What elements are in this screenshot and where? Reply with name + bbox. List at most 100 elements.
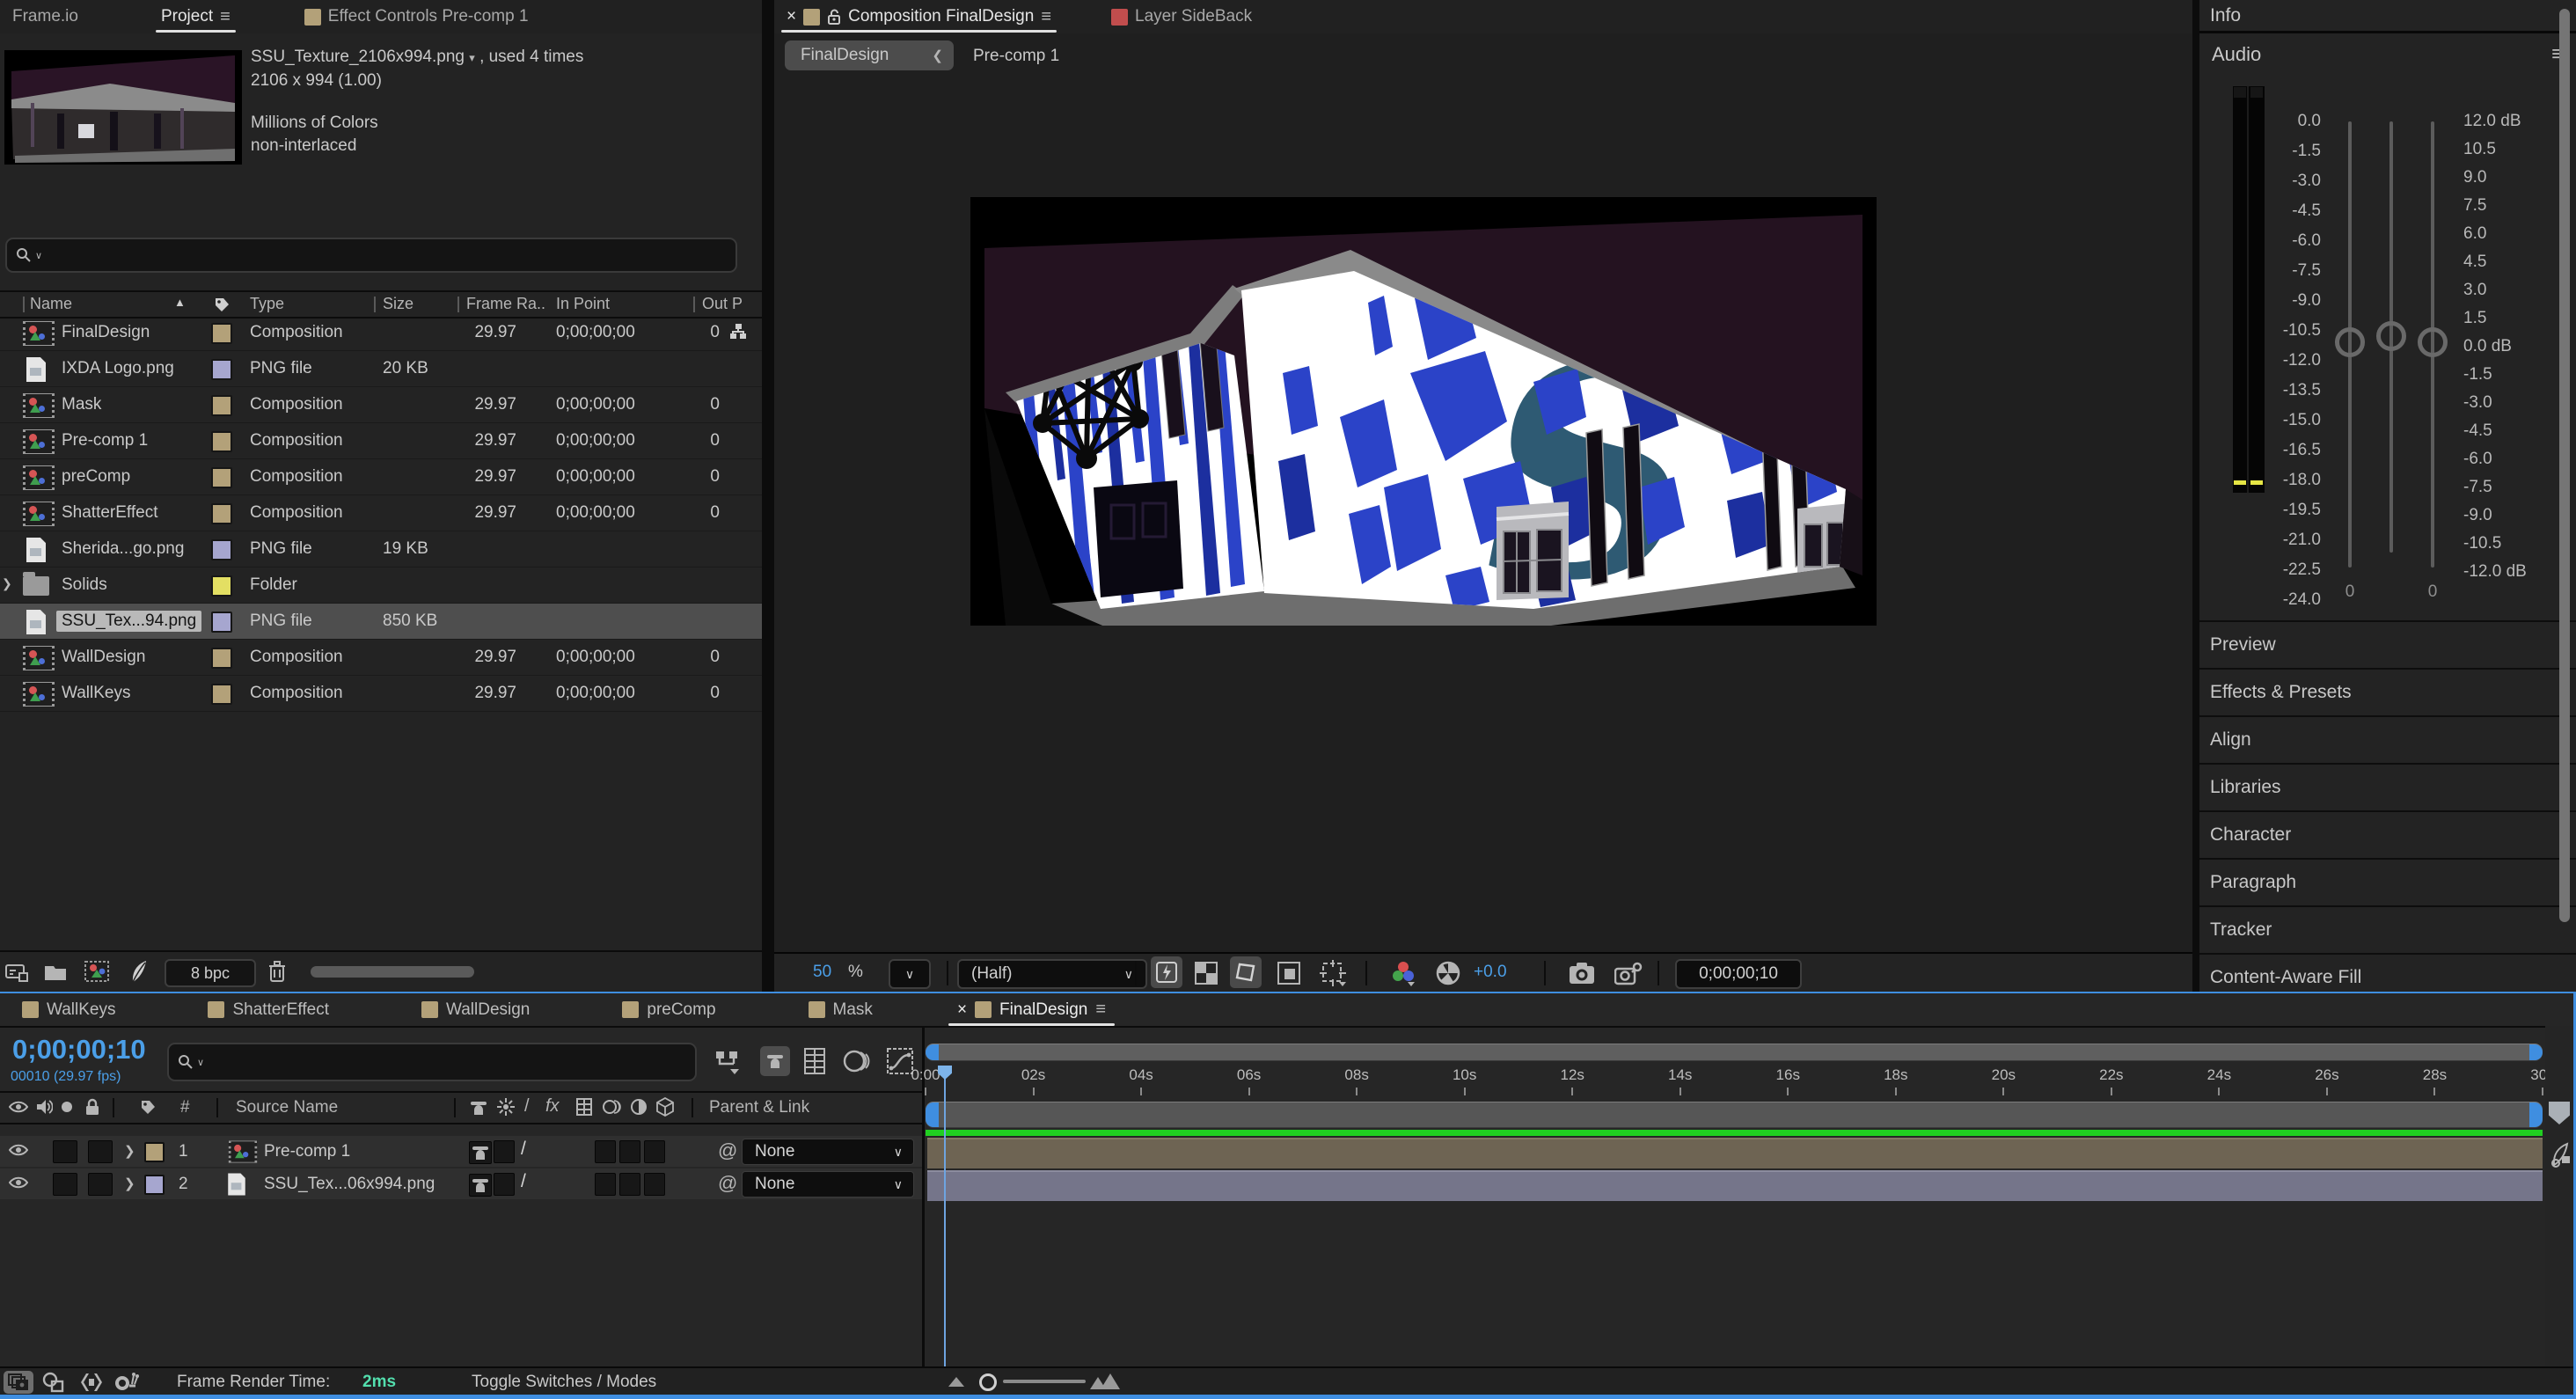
sort-ascending-icon[interactable]: ▲ xyxy=(174,296,186,309)
audio-panel-header[interactable]: Audio ≡ xyxy=(2199,36,2576,73)
label-column-icon[interactable] xyxy=(213,296,231,313)
quality-toggle[interactable]: / xyxy=(521,1171,526,1192)
search-options-icon[interactable]: ∨ xyxy=(197,1057,204,1068)
frame-blend-toggle[interactable] xyxy=(595,1140,616,1163)
table-row[interactable]: ShatterEffect Composition 29.97 0;00;00;… xyxy=(0,495,762,531)
layer-label-swatch[interactable] xyxy=(144,1175,165,1195)
bit-depth-button[interactable]: 8 bpc xyxy=(165,959,256,987)
shy-toggle[interactable] xyxy=(469,1141,492,1164)
timeline-tab[interactable]: Mask xyxy=(787,993,903,1026)
parent-dropdown[interactable]: None ∨ xyxy=(742,1139,914,1165)
exposure-value[interactable]: +0.0 xyxy=(1474,963,1507,982)
solo-lock-toggle[interactable] xyxy=(88,1173,113,1196)
col-name[interactable]: Name xyxy=(30,295,72,313)
time-ruler[interactable]: 0:0002s04s06s08s10s12s14s16s18s20s22s24s… xyxy=(926,1066,2543,1102)
table-row[interactable]: IXDA Logo.png PNG file 20 KB xyxy=(0,351,762,387)
motion-blur-column-icon[interactable] xyxy=(602,1098,621,1116)
resolution-dropdown[interactable]: (Half)∨ xyxy=(957,959,1147,989)
parent-dropdown[interactable]: None ∨ xyxy=(742,1171,914,1198)
timeline-tab[interactable]: WallKeys xyxy=(0,993,145,1026)
audio-toggle[interactable] xyxy=(53,1173,77,1196)
unlock-icon[interactable] xyxy=(827,8,841,26)
footage-dropdown-icon[interactable]: ▾ xyxy=(469,51,475,64)
table-row[interactable]: SSU_Tex...94.png PNG file 850 KB xyxy=(0,604,762,640)
panel-divider[interactable] xyxy=(2192,0,2199,992)
item-name[interactable]: Mask xyxy=(56,394,106,415)
mask-visibility-icon[interactable] xyxy=(1277,962,1300,985)
region-of-interest-button[interactable] xyxy=(1230,956,1262,988)
collapse-toggle[interactable] xyxy=(494,1140,515,1163)
label-color-swatch[interactable] xyxy=(211,612,232,633)
render-time-snail-icon[interactable] xyxy=(113,1372,139,1393)
fast-previews-button[interactable] xyxy=(1151,956,1182,988)
tab-frameio[interactable]: Frame.io xyxy=(0,0,91,33)
frame-blend-icon[interactable] xyxy=(802,1048,827,1074)
label-color-swatch[interactable] xyxy=(211,539,232,560)
label-color-swatch[interactable] xyxy=(211,467,232,488)
layer-name[interactable]: Pre-comp 1 xyxy=(264,1142,350,1161)
show-snapshot-icon[interactable] xyxy=(1614,962,1643,986)
close-icon[interactable]: × xyxy=(957,1000,967,1020)
transparency-grid-icon[interactable] xyxy=(1195,962,1218,985)
timeline-tab[interactable]: × FinalDesign ≡ xyxy=(943,993,1120,1026)
motion-blur-toggle[interactable] xyxy=(619,1173,640,1196)
layer-visibility-eye-icon[interactable] xyxy=(9,1176,28,1190)
horizontal-scrollbar[interactable] xyxy=(311,966,474,978)
audio-toggle[interactable] xyxy=(53,1140,77,1163)
col-in-point[interactable]: In Point xyxy=(556,295,610,313)
timeline-tab[interactable]: preComp xyxy=(600,993,745,1026)
twirl-icon[interactable]: ❯ xyxy=(2,576,19,591)
frame-blend-column-icon[interactable] xyxy=(576,1098,592,1116)
timeline-search-input[interactable] xyxy=(208,1052,686,1073)
panel-section[interactable]: Libraries xyxy=(2199,763,2576,810)
table-row[interactable]: WallKeys Composition 29.97 0;00;00;00 0 xyxy=(0,676,762,712)
3d-layer-toggle[interactable] xyxy=(644,1140,665,1163)
pickwhip-icon[interactable]: @ xyxy=(718,1172,737,1195)
label-color-swatch[interactable] xyxy=(211,395,232,416)
table-row[interactable]: FinalDesign Composition 29.97 0;00;00;00… xyxy=(0,315,762,351)
timeline-timecode[interactable]: 0;00;00;10 xyxy=(12,1034,146,1066)
col-type[interactable]: Type xyxy=(250,295,284,313)
panel-divider[interactable] xyxy=(762,0,774,992)
info-panel-header[interactable]: Info xyxy=(2199,0,2576,33)
item-name[interactable]: Pre-comp 1 xyxy=(56,430,153,451)
label-color-swatch[interactable] xyxy=(211,575,232,597)
collapse-toggle[interactable] xyxy=(494,1173,515,1196)
col-parent-link[interactable]: Parent & Link xyxy=(709,1098,809,1117)
graph-editor-icon[interactable] xyxy=(887,1048,913,1074)
in-out-pane-icon[interactable] xyxy=(79,1372,104,1393)
solo-column-icon[interactable] xyxy=(62,1102,72,1112)
panel-section[interactable]: Effects & Presets xyxy=(2199,668,2576,715)
project-search[interactable]: ∨ xyxy=(5,238,737,273)
layer-bar-1[interactable] xyxy=(927,1138,2543,1168)
slider-knob-left[interactable] xyxy=(2335,327,2365,357)
lock-column-icon[interactable] xyxy=(84,1097,100,1117)
col-source-name[interactable]: Source Name xyxy=(236,1098,338,1117)
col-layer-number[interactable]: # xyxy=(180,1098,190,1117)
label-color-swatch[interactable] xyxy=(211,503,232,524)
footage-name[interactable]: SSU_Texture_2106x994.png xyxy=(251,48,465,66)
tab-project[interactable]: Project ≡ xyxy=(149,0,243,33)
vertical-scrollbar[interactable] xyxy=(2559,9,2570,922)
item-name[interactable]: SSU_Tex...94.png xyxy=(56,611,201,632)
transfer-controls-pane-icon[interactable] xyxy=(42,1372,65,1393)
zoom-value[interactable]: 50 xyxy=(813,963,831,982)
panel-menu-icon[interactable]: ≡ xyxy=(1095,1000,1106,1020)
new-composition-icon[interactable] xyxy=(84,960,110,983)
motion-blur-icon[interactable] xyxy=(843,1048,871,1074)
item-name[interactable]: preComp xyxy=(56,466,135,487)
panel-section[interactable]: Tracker xyxy=(2199,905,2576,953)
slider-knob-master[interactable] xyxy=(2376,321,2406,351)
timeline-navigator-bar[interactable] xyxy=(926,1044,2543,1061)
shy-toggle-button[interactable] xyxy=(760,1046,790,1076)
collapse-transformations-icon[interactable] xyxy=(497,1098,515,1116)
layer-visibility-eye-icon[interactable] xyxy=(9,1143,28,1157)
solo-lock-toggle[interactable] xyxy=(88,1140,113,1163)
3d-layer-column-icon[interactable] xyxy=(656,1097,674,1117)
layer-bar-2[interactable] xyxy=(927,1170,2543,1201)
panel-section[interactable]: Align xyxy=(2199,715,2576,763)
timeline-search[interactable]: ∨ xyxy=(167,1043,697,1081)
item-name[interactable]: Sherida...go.png xyxy=(56,538,189,560)
tab-composition-finaldesign[interactable]: × Composition FinalDesign ≡ xyxy=(774,0,1064,33)
col-out-point[interactable]: Out P xyxy=(702,295,743,313)
